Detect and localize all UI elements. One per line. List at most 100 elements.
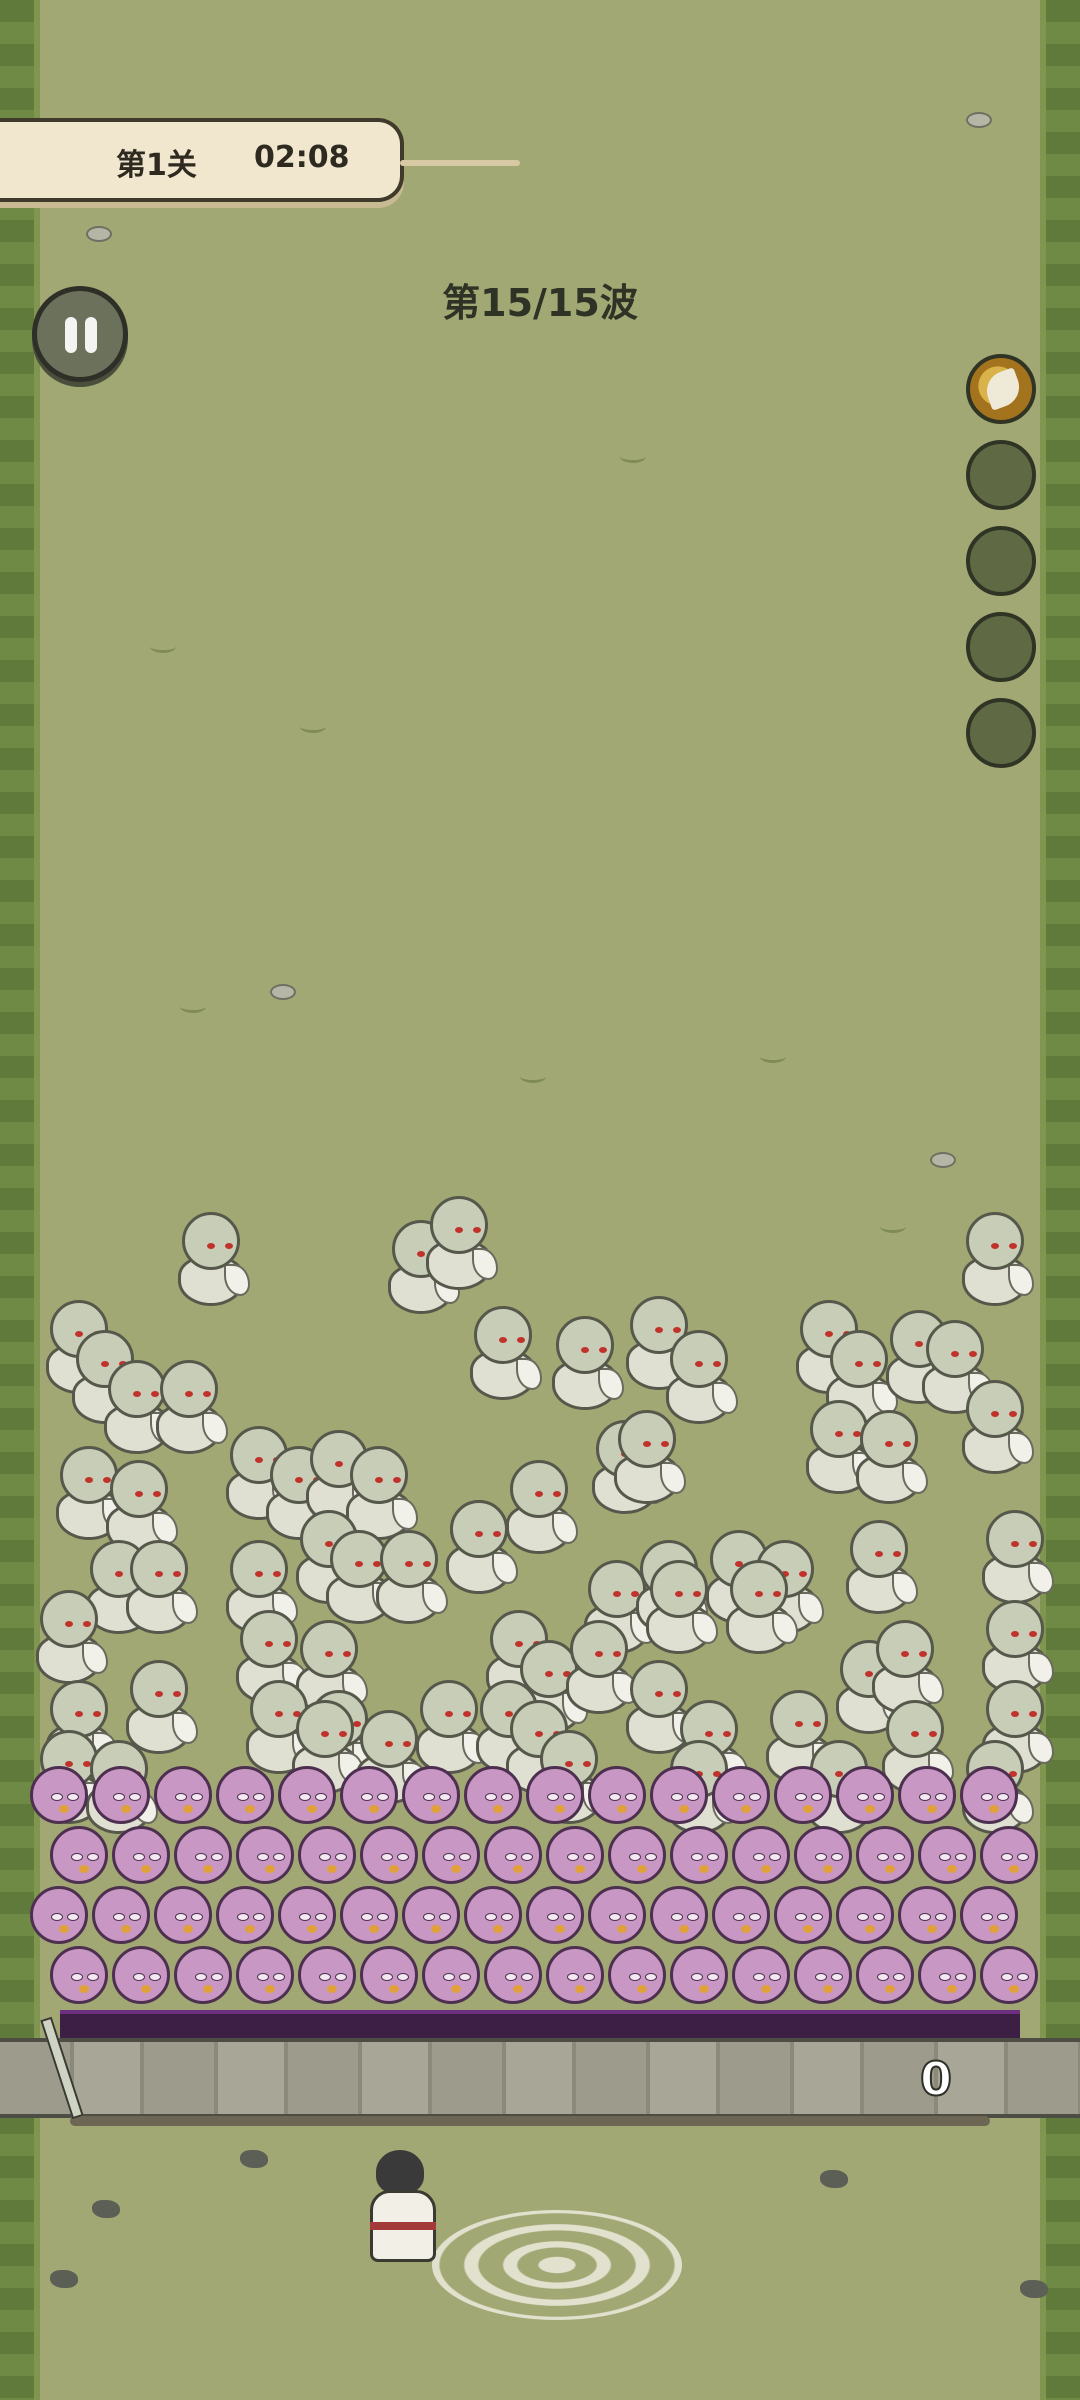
bird-enemy bbox=[396, 1880, 460, 1944]
bird-enemy bbox=[230, 1820, 294, 1884]
ghost-enemy bbox=[440, 1500, 518, 1596]
bird-enemy bbox=[106, 1940, 170, 2004]
bird-enemy bbox=[210, 1760, 274, 1824]
bird-enemy bbox=[664, 1820, 728, 1884]
stone bbox=[240, 2150, 268, 2168]
bird-enemy bbox=[602, 1820, 666, 1884]
banner-tail bbox=[400, 160, 520, 166]
ghost-enemy bbox=[120, 1540, 198, 1636]
bird-enemy bbox=[354, 1820, 418, 1884]
bird-enemy bbox=[334, 1880, 398, 1944]
bird-enemy bbox=[24, 1880, 88, 1944]
bird-enemy bbox=[168, 1940, 232, 2004]
ghost-enemy bbox=[370, 1530, 448, 1626]
grass-tuft bbox=[880, 1220, 906, 1233]
grass-tuft bbox=[150, 640, 176, 653]
bird-enemy bbox=[788, 1940, 852, 2004]
bird-enemy bbox=[892, 1880, 956, 1944]
ghost-enemy bbox=[30, 1590, 108, 1686]
bird-enemy bbox=[458, 1880, 522, 1944]
stone bbox=[50, 2270, 78, 2288]
bird-enemy bbox=[582, 1760, 646, 1824]
bird-enemy bbox=[850, 1820, 914, 1884]
bird-enemy bbox=[210, 1880, 274, 1944]
ghost-enemy bbox=[640, 1560, 718, 1656]
grass-tuft bbox=[180, 1000, 206, 1013]
bird-enemy bbox=[230, 1940, 294, 2004]
grass-tuft bbox=[300, 720, 326, 733]
bird-enemy bbox=[644, 1760, 708, 1824]
skill-slot-4[interactable] bbox=[966, 612, 1036, 682]
bird-enemy bbox=[354, 1940, 418, 2004]
ghost-enemy bbox=[172, 1212, 250, 1308]
level-banner: 第1关 02:08 bbox=[0, 118, 520, 202]
bird-enemy bbox=[644, 1880, 708, 1944]
bird-enemy bbox=[954, 1880, 1018, 1944]
bird-enemy bbox=[520, 1880, 584, 1944]
bird-enemy bbox=[768, 1760, 832, 1824]
bird-enemy bbox=[540, 1940, 604, 2004]
skill-slot-2[interactable] bbox=[966, 440, 1036, 510]
bird-enemy bbox=[334, 1760, 398, 1824]
bird-enemy bbox=[24, 1760, 88, 1824]
bird-enemy bbox=[726, 1940, 790, 2004]
bird-enemy bbox=[86, 1880, 150, 1944]
bird-enemy bbox=[148, 1760, 212, 1824]
wall-shadow bbox=[70, 2116, 990, 2126]
bird-enemy bbox=[148, 1880, 212, 1944]
stone bbox=[820, 2170, 848, 2188]
level-label: 第1关 bbox=[116, 148, 197, 183]
bird-enemy bbox=[478, 1940, 542, 2004]
bird-enemy bbox=[768, 1880, 832, 1944]
stone bbox=[1020, 2280, 1048, 2298]
score-counter: 0 bbox=[919, 2051, 953, 2107]
bird-enemy bbox=[44, 1820, 108, 1884]
bird-enemy bbox=[582, 1880, 646, 1944]
player-hair bbox=[376, 2150, 424, 2194]
bird-enemy bbox=[106, 1820, 170, 1884]
bird-enemy bbox=[706, 1880, 770, 1944]
pebble bbox=[86, 226, 112, 242]
bird-enemy bbox=[726, 1820, 790, 1884]
bird-enemy bbox=[974, 1820, 1038, 1884]
stone bbox=[92, 2200, 120, 2218]
bird-enemy bbox=[86, 1760, 150, 1824]
bird-enemy bbox=[292, 1820, 356, 1884]
bird-enemy bbox=[830, 1760, 894, 1824]
bird-enemy bbox=[830, 1880, 894, 1944]
bird-enemy bbox=[954, 1760, 1018, 1824]
bird-enemy bbox=[788, 1820, 852, 1884]
grass-tuft bbox=[520, 1070, 546, 1083]
ghost-enemy bbox=[840, 1520, 918, 1616]
bird-enemy bbox=[168, 1820, 232, 1884]
ghost-enemy bbox=[464, 1306, 542, 1402]
ghost-enemy bbox=[956, 1212, 1034, 1308]
skill-slot-1[interactable] bbox=[966, 354, 1036, 424]
stone-wall bbox=[0, 2038, 1080, 2118]
bird-enemy bbox=[850, 1940, 914, 2004]
bird-enemy bbox=[416, 1940, 480, 2004]
game-field[interactable]: 第1关 02:08 第15/15波 0 bbox=[0, 0, 1080, 2400]
timer: 02:08 bbox=[254, 140, 350, 175]
skill-slot-5[interactable] bbox=[966, 698, 1036, 768]
ghost-enemy bbox=[956, 1380, 1034, 1476]
bird-enemy bbox=[664, 1940, 728, 2004]
bird-enemy bbox=[458, 1760, 522, 1824]
ghost-enemy bbox=[850, 1410, 928, 1506]
bird-enemy bbox=[396, 1760, 460, 1824]
grass-tuft bbox=[760, 1050, 786, 1063]
bird-enemy bbox=[272, 1760, 336, 1824]
pebble bbox=[966, 112, 992, 128]
player-character bbox=[360, 2150, 440, 2270]
ghost-enemy bbox=[720, 1560, 798, 1656]
bird-enemy bbox=[602, 1940, 666, 2004]
wave-counter: 第15/15波 bbox=[442, 281, 638, 325]
bird-enemy bbox=[272, 1880, 336, 1944]
skill-slot-3[interactable] bbox=[966, 526, 1036, 596]
bird-enemy bbox=[912, 1940, 976, 2004]
pebble bbox=[930, 1152, 956, 1168]
ghost-enemy bbox=[608, 1410, 686, 1506]
bird-enemy bbox=[974, 1940, 1038, 2004]
bird-enemy bbox=[416, 1820, 480, 1884]
ghost-enemy bbox=[976, 1510, 1054, 1606]
